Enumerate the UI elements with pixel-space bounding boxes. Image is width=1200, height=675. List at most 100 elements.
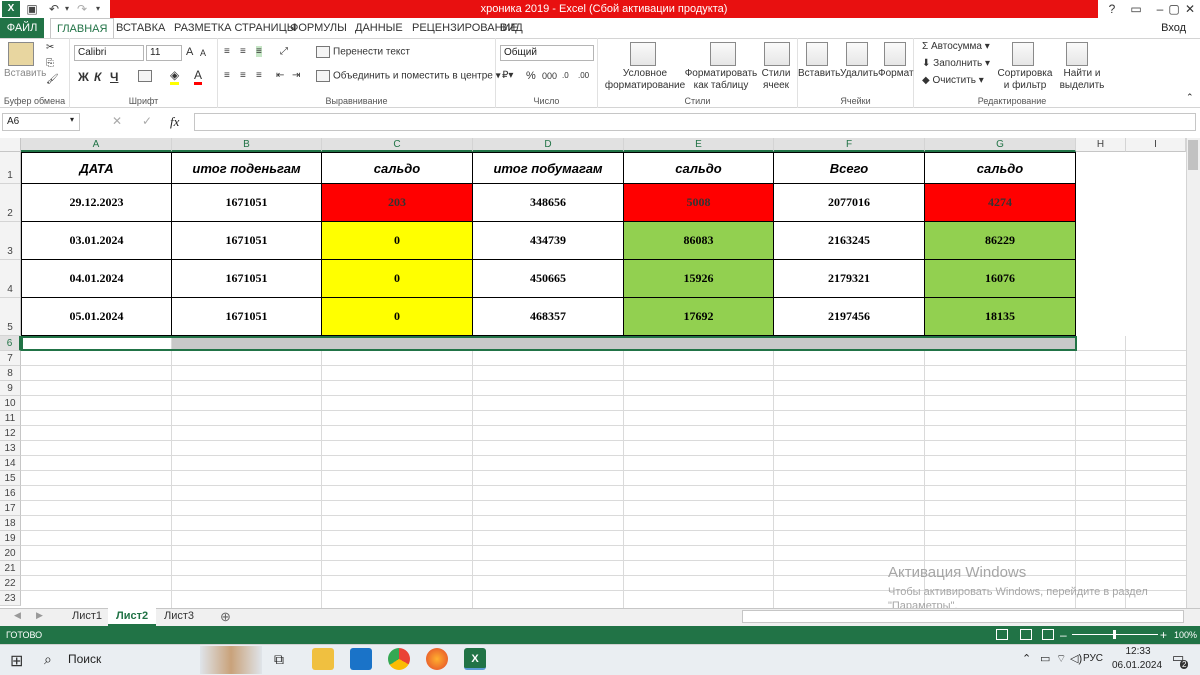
- customize-toolbar-icon[interactable]: ▾: [92, 1, 104, 17]
- font-name-select[interactable]: Calibri: [74, 45, 144, 61]
- align-top-icon[interactable]: ≡: [224, 46, 230, 57]
- start-icon[interactable]: ⊞: [10, 651, 23, 671]
- tray-chevron-icon[interactable]: ⌃: [1022, 652, 1031, 665]
- row-header-18[interactable]: 18: [0, 516, 21, 531]
- underline-button[interactable]: Ч: [110, 70, 118, 84]
- column-header-D[interactable]: D: [473, 138, 624, 152]
- shrink-font-icon[interactable]: A: [200, 48, 206, 58]
- column-header-I[interactable]: I: [1126, 138, 1186, 152]
- enter-entry-icon[interactable]: ✓: [142, 114, 152, 128]
- undo-icon[interactable]: ↶: [46, 1, 62, 17]
- sort-filter-button[interactable]: Сортировка и фильтр: [996, 68, 1054, 92]
- paste-button[interactable]: Вставить: [4, 68, 46, 79]
- add-sheet-icon[interactable]: ⊕: [220, 609, 231, 625]
- row-header-1[interactable]: 1: [0, 152, 21, 184]
- mail-icon[interactable]: [350, 648, 372, 670]
- battery-icon[interactable]: ▭: [1040, 652, 1050, 665]
- row-header-20[interactable]: 20: [0, 546, 21, 561]
- align-center-icon[interactable]: ≡: [240, 70, 246, 81]
- row-header-22[interactable]: 22: [0, 576, 21, 591]
- table-header-cell[interactable]: ДАТА: [21, 152, 172, 184]
- save-icon[interactable]: ▣: [24, 1, 40, 17]
- table-cell[interactable]: 2077016: [774, 184, 925, 222]
- table-cell[interactable]: 2197456: [774, 298, 925, 336]
- table-cell[interactable]: 450665: [473, 260, 624, 298]
- column-header-A[interactable]: A: [21, 138, 172, 152]
- tab-file[interactable]: ФАЙЛ: [0, 18, 44, 38]
- column-header-B[interactable]: B: [172, 138, 322, 152]
- redo-icon[interactable]: ↷: [74, 1, 90, 17]
- table-cell[interactable]: 0: [322, 222, 473, 260]
- name-box[interactable]: A6: [2, 113, 80, 131]
- sign-in-link[interactable]: Вход: [1161, 18, 1186, 38]
- excel-taskbar-icon[interactable]: X: [464, 648, 486, 670]
- align-right-icon[interactable]: ≡: [256, 70, 262, 81]
- column-header-H[interactable]: H: [1076, 138, 1126, 152]
- collapse-ribbon-icon[interactable]: ⌃: [1186, 92, 1194, 103]
- prev-sheet-icon[interactable]: ◀: [14, 610, 21, 621]
- table-header-cell[interactable]: Всего: [774, 152, 925, 184]
- table-cell[interactable]: 468357: [473, 298, 624, 336]
- chrome-icon[interactable]: [388, 648, 410, 670]
- clock-time[interactable]: 12:33: [1114, 646, 1162, 657]
- table-cell[interactable]: 0: [322, 260, 473, 298]
- volume-icon[interactable]: ◁): [1070, 652, 1082, 665]
- table-cell[interactable]: 1671051: [172, 184, 322, 222]
- tab-insert[interactable]: ВСТАВКА: [110, 18, 171, 38]
- row-header-14[interactable]: 14: [0, 456, 21, 471]
- table-cell[interactable]: 04.01.2024: [21, 260, 172, 298]
- cell-styles-button[interactable]: Стили ячеек: [758, 68, 794, 92]
- grow-font-icon[interactable]: A: [186, 46, 193, 58]
- table-header-cell[interactable]: итог побумагам: [473, 152, 624, 184]
- network-icon[interactable]: ⌔: [1056, 652, 1066, 666]
- zoom-in-icon[interactable]: +: [1160, 626, 1167, 644]
- close-button[interactable]: ✕: [1176, 0, 1200, 18]
- decrease-decimal-icon[interactable]: .00: [578, 71, 589, 80]
- clock-date[interactable]: 06.01.2024: [1106, 660, 1168, 671]
- clear-button[interactable]: ◆ Очистить ▾: [922, 75, 984, 86]
- row-header-15[interactable]: 15: [0, 471, 21, 486]
- column-header-F[interactable]: F: [774, 138, 925, 152]
- table-header-cell[interactable]: сальдо: [624, 152, 774, 184]
- row-header-4[interactable]: 4: [0, 260, 21, 298]
- tab-view[interactable]: ВИД: [494, 18, 529, 38]
- format-painter-icon[interactable]: 🖌: [46, 74, 59, 85]
- thousands-format-button[interactable]: 000: [542, 71, 557, 81]
- conditional-formatting-button[interactable]: Условное форматирование: [602, 68, 688, 92]
- row-header-12[interactable]: 12: [0, 426, 21, 441]
- undo-dropdown-icon[interactable]: ▾: [62, 1, 72, 17]
- table-cell[interactable]: 05.01.2024: [21, 298, 172, 336]
- align-middle-icon[interactable]: ≡: [240, 46, 246, 57]
- zoom-level[interactable]: 100%: [1174, 626, 1197, 644]
- table-header-cell[interactable]: сальдо: [322, 152, 473, 184]
- tab-formulas[interactable]: ФОРМУЛЫ: [284, 18, 353, 38]
- firefox-icon[interactable]: [426, 648, 448, 670]
- table-header-cell[interactable]: сальдо: [925, 152, 1076, 184]
- row-header-17[interactable]: 17: [0, 501, 21, 516]
- column-header-C[interactable]: C: [322, 138, 473, 152]
- row-header-10[interactable]: 10: [0, 396, 21, 411]
- table-cell[interactable]: 17692: [624, 298, 774, 336]
- name-box-dropdown-icon[interactable]: ▾: [70, 115, 74, 124]
- table-cell[interactable]: 86083: [624, 222, 774, 260]
- table-cell[interactable]: 86229: [925, 222, 1076, 260]
- fill-button[interactable]: ⬇ Заполнить ▾: [922, 58, 990, 69]
- file-explorer-icon[interactable]: [312, 648, 334, 670]
- vertical-scrollbar[interactable]: [1186, 138, 1200, 608]
- tab-data[interactable]: ДАННЫЕ: [349, 18, 409, 38]
- page-break-view-icon[interactable]: [1042, 629, 1054, 640]
- row-header-5[interactable]: 5: [0, 298, 21, 336]
- decrease-indent-icon[interactable]: ⇤: [276, 70, 284, 81]
- autosum-button[interactable]: Σ Автосумма ▾: [922, 41, 990, 52]
- row-header-21[interactable]: 21: [0, 561, 21, 576]
- fill-color-icon[interactable]: ◈: [170, 68, 180, 85]
- table-cell[interactable]: 2179321: [774, 260, 925, 298]
- wrap-text-button[interactable]: Перенести текст: [316, 46, 410, 58]
- percent-format-button[interactable]: %: [526, 70, 536, 82]
- task-view-icon[interactable]: ⧉: [274, 651, 284, 668]
- table-cell[interactable]: 16076: [925, 260, 1076, 298]
- zoom-slider-thumb[interactable]: [1113, 630, 1116, 639]
- cut-icon[interactable]: ✂: [46, 42, 54, 53]
- table-cell[interactable]: 1671051: [172, 222, 322, 260]
- horizontal-scrollbar[interactable]: [742, 610, 1184, 623]
